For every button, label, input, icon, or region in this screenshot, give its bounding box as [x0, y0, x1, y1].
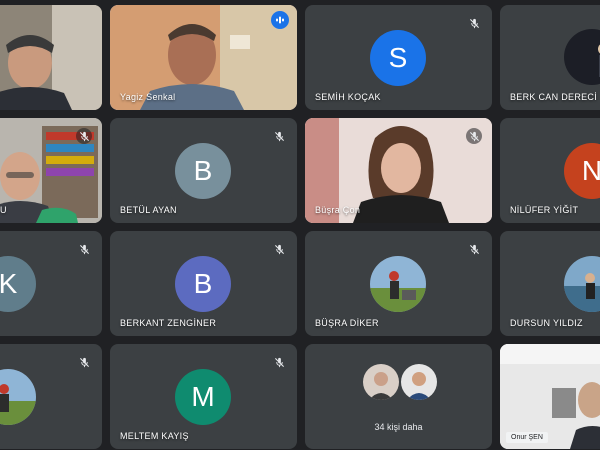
mic-off-icon [271, 128, 287, 144]
avatar [564, 29, 600, 85]
avatar: K [0, 256, 36, 312]
avatar: B [175, 256, 231, 312]
participant-name: BERKANT ZENGİNER [120, 318, 217, 328]
avatar [363, 364, 399, 400]
mic-off-icon [466, 15, 482, 31]
participant-tile-avatar[interactable]: BÜŞRA DİKER [305, 231, 492, 336]
participant-tile-video[interactable]: Yagiz Senkal [110, 5, 297, 110]
avatar [0, 369, 36, 425]
speaking-indicator-icon [271, 11, 289, 29]
avatar: M [175, 369, 231, 425]
participant-tile-video[interactable] [0, 5, 102, 110]
participant-tile-video[interactable]: Büşra Çon [305, 118, 492, 223]
participant-tile-avatar[interactable]: N NİLÜFER YİĞİT [500, 118, 600, 223]
mic-off-icon [271, 241, 287, 257]
participant-name: BETÜL AYAN [120, 205, 177, 215]
more-participants-count: 34 kişi daha [374, 422, 423, 432]
participant-name: U [0, 205, 7, 215]
participant-name: BÜŞRA DİKER [315, 318, 379, 328]
avatar [401, 364, 437, 400]
participant-tile-avatar[interactable]: BERK CAN DERECİ [500, 5, 600, 110]
mic-off-icon [466, 241, 482, 257]
participant-name: BERK CAN DERECİ [510, 92, 598, 102]
participant-tile-avatar[interactable]: K [0, 231, 102, 336]
participant-name: MELTEM KAYIŞ [120, 431, 189, 441]
participant-tile-avatar[interactable]: DURSUN YILDIZ [500, 231, 600, 336]
participant-name: NİLÜFER YİĞİT [510, 205, 579, 215]
avatar: N [564, 143, 600, 199]
mic-off-icon [76, 241, 92, 257]
more-participants-tile[interactable]: 34 kişi daha [305, 344, 492, 449]
participant-tile-video[interactable]: U [0, 118, 102, 223]
participant-tile-avatar[interactable]: B BERKANT ZENGİNER [110, 231, 297, 336]
participant-tile-video[interactable]: Onur ŞEN [500, 344, 600, 449]
participant-name: DURSUN YILDIZ [510, 318, 583, 328]
avatar [370, 256, 426, 312]
avatar: S [370, 30, 426, 86]
participant-name: Büşra Çon [315, 205, 361, 215]
participant-tile-avatar[interactable] [0, 344, 102, 449]
participant-name: Onur ŞEN [506, 432, 548, 443]
participant-name: SEMİH KOÇAK [315, 92, 381, 102]
mic-off-icon [271, 354, 287, 370]
participant-video [0, 5, 102, 110]
participant-tile-avatar[interactable]: S SEMİH KOÇAK [305, 5, 492, 110]
avatar [564, 256, 600, 312]
participant-name: Yagiz Senkal [120, 92, 176, 102]
participant-tile-avatar[interactable]: M MELTEM KAYIŞ [110, 344, 297, 449]
participant-tile-avatar[interactable]: B BETÜL AYAN [110, 118, 297, 223]
avatar: B [175, 143, 231, 199]
mic-off-icon [76, 128, 92, 144]
mic-off-icon [466, 128, 482, 144]
participant-grid: Yagiz Senkal S SEMİH KOÇAK BERK CAN DERE… [0, 0, 600, 450]
mic-off-icon [76, 354, 92, 370]
